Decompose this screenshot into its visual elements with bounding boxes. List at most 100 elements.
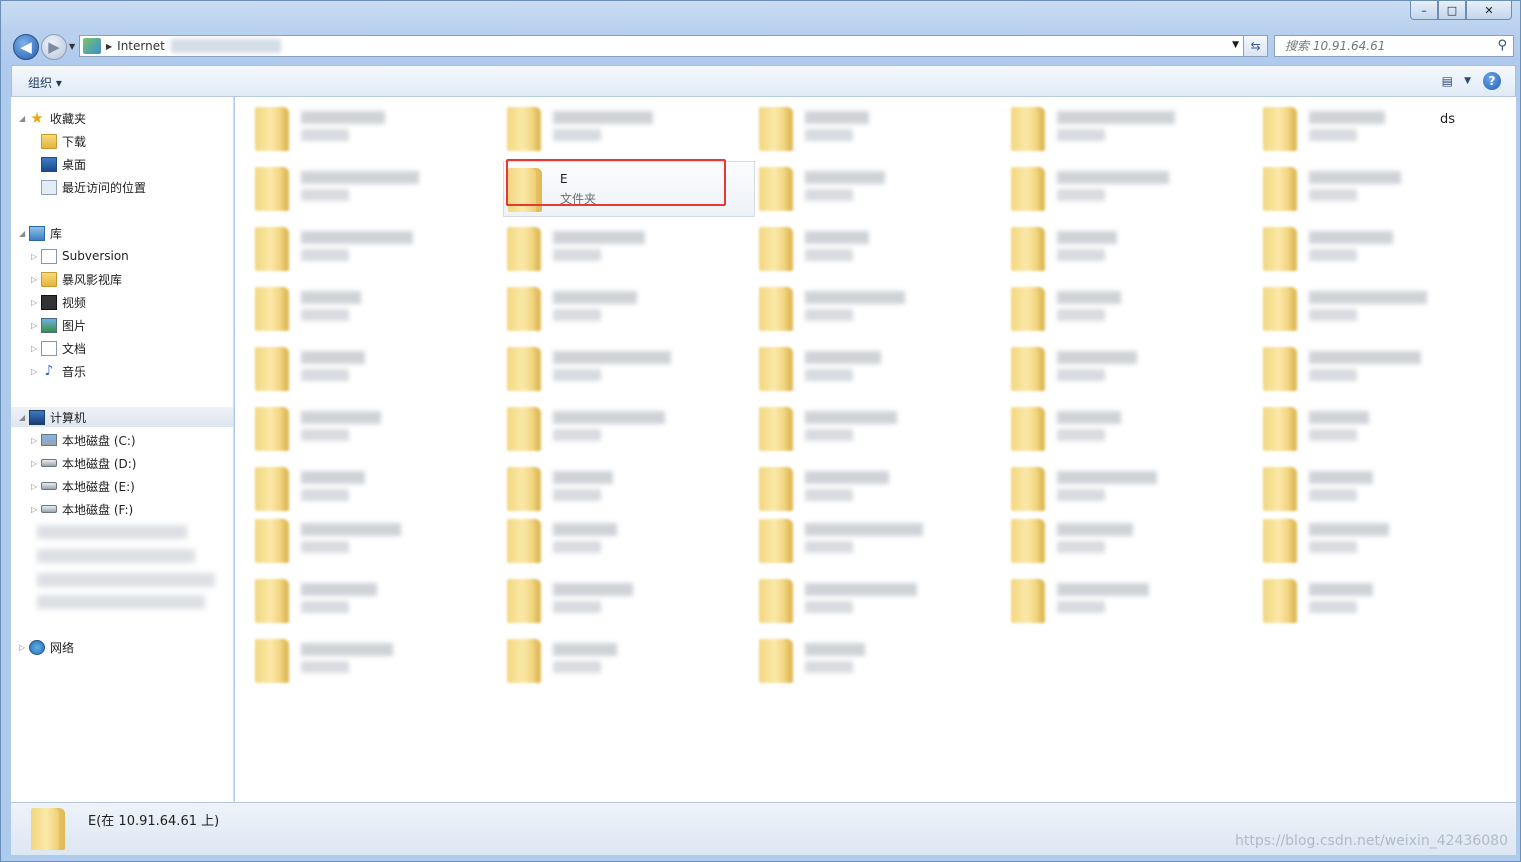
folder-item[interactable] [1007,221,1259,277]
address-bar[interactable]: ▶ Internet ▼ [79,35,1246,57]
folder-item[interactable] [503,633,755,689]
folder-item[interactable] [251,461,503,517]
navigation-pane: ◢ ★ 收藏夹 下载 桌面 最近访问的位置 ◢ 库 ▷ Subversion ▷… [11,97,234,802]
sidebar-item-subversion[interactable]: ▷ Subversion [31,246,129,266]
sidebar-item-documents[interactable]: ▷ 文档 [31,338,86,358]
folder-item[interactable] [1007,461,1259,517]
sidebar-item-drive-d[interactable]: ▷ 本地磁盘 (D:) [31,453,136,473]
expand-arrow-icon[interactable]: ▷ [31,252,41,261]
folder-item[interactable] [1259,461,1511,517]
folder-item[interactable] [755,513,1007,569]
folder-item[interactable] [251,101,503,157]
view-dropdown-icon[interactable]: ▼ [1464,76,1471,86]
folder-item[interactable] [755,633,1007,689]
sidebar-item-downloads[interactable]: 下载 [41,131,86,151]
folder-item[interactable] [503,401,755,457]
sidebar-item-drive-e[interactable]: ▷ 本地磁盘 (E:) [31,476,135,496]
folder-item[interactable] [1259,341,1511,397]
expand-arrow-icon[interactable]: ▷ [31,482,41,491]
desktop-icon [41,156,57,172]
search-box[interactable]: ⚲ [1274,35,1514,57]
folder-item[interactable] [251,633,503,689]
folder-item[interactable] [755,161,1007,217]
folder-item[interactable] [503,461,755,517]
sidebar-item-recent-places[interactable]: 最近访问的位置 [41,177,146,197]
folder-item[interactable] [1007,281,1259,337]
recent-pages-dropdown-icon[interactable]: ▼ [69,42,75,51]
sidebar-item-drive-c[interactable]: ▷ 本地磁盘 (C:) [31,430,136,450]
folder-item[interactable] [1007,513,1259,569]
folder-item[interactable] [1259,401,1511,457]
breadcrumb-arrow-icon[interactable]: ▶ [106,42,112,51]
folder-item[interactable] [1259,221,1511,277]
folder-item[interactable] [503,573,755,629]
expand-arrow-icon[interactable]: ▷ [31,321,41,330]
expand-arrow-icon[interactable]: ▷ [31,298,41,307]
back-button[interactable]: ◀ [13,34,39,60]
folder-item[interactable] [755,401,1007,457]
sidebar-network[interactable]: ▷ 网络 [19,637,74,657]
folder-item[interactable] [1259,281,1511,337]
folder-item[interactable] [251,513,503,569]
change-view-icon[interactable]: ▤ [1442,74,1453,88]
folder-item[interactable] [251,161,503,217]
collapse-arrow-icon[interactable]: ◢ [19,114,29,123]
search-icon[interactable]: ⚲ [1497,38,1507,53]
sidebar-item-pictures[interactable]: ▷ 图片 [31,315,86,335]
folder-item[interactable] [1259,101,1511,157]
sidebar-item-music[interactable]: ▷ ♪ 音乐 [31,361,86,381]
folder-item[interactable] [1259,573,1511,629]
sidebar-computer[interactable]: ◢ 计算机 [11,407,233,427]
expand-arrow-icon[interactable]: ▷ [31,275,41,284]
folder-icon [759,579,793,623]
folder-item[interactable] [755,281,1007,337]
close-button[interactable]: ✕ [1466,1,1512,20]
folder-item[interactable] [503,281,755,337]
expand-arrow-icon[interactable]: ▷ [31,436,41,445]
maximize-button[interactable]: □ [1438,1,1466,20]
folder-item[interactable] [503,513,755,569]
breadcrumb-internet[interactable]: Internet [117,39,165,53]
folder-item[interactable] [1007,341,1259,397]
sidebar-libraries[interactable]: ◢ 库 [19,223,62,243]
folder-item[interactable] [1259,513,1511,569]
sidebar-favorites[interactable]: ◢ ★ 收藏夹 [19,108,86,128]
expand-arrow-icon[interactable]: ▷ [31,505,41,514]
address-dropdown-icon[interactable]: ▼ [1232,40,1239,50]
folder-item[interactable] [251,281,503,337]
folder-item[interactable] [755,573,1007,629]
folder-item[interactable] [1007,401,1259,457]
folder-item[interactable] [1007,161,1259,217]
collapse-arrow-icon[interactable]: ◢ [19,413,29,422]
expand-arrow-icon[interactable]: ▷ [31,459,41,468]
expand-arrow-icon[interactable]: ▷ [19,643,29,652]
folder-item[interactable] [755,341,1007,397]
refresh-button[interactable]: ⇆ [1243,35,1268,57]
folder-item[interactable] [503,221,755,277]
forward-button[interactable]: ▶ [41,34,67,60]
folder-item[interactable] [1007,573,1259,629]
folder-item[interactable] [251,401,503,457]
minimize-button[interactable]: – [1410,1,1438,20]
folder-item[interactable] [251,221,503,277]
folder-item[interactable] [503,101,755,157]
help-icon[interactable]: ? [1483,72,1501,90]
folder-item[interactable] [755,461,1007,517]
expand-arrow-icon[interactable]: ▷ [31,344,41,353]
sidebar-item-desktop[interactable]: 桌面 [41,154,86,174]
sidebar-item-baofeng[interactable]: ▷ 暴风影视库 [31,269,122,289]
folder-item[interactable] [1259,161,1511,217]
search-input[interactable] [1283,38,1487,54]
folder-item[interactable] [755,221,1007,277]
folder-item[interactable] [503,341,755,397]
folder-item[interactable] [251,341,503,397]
folder-item[interactable] [251,573,503,629]
folder-item[interactable] [1007,101,1259,157]
sidebar-item-drive-f[interactable]: ▷ 本地磁盘 (F:) [31,499,133,519]
libraries-icon [29,225,45,241]
folder-item[interactable] [755,101,1007,157]
collapse-arrow-icon[interactable]: ◢ [19,229,29,238]
sidebar-item-videos[interactable]: ▷ 视频 [31,292,86,312]
organize-button[interactable]: 组织 ▾ [28,74,62,91]
expand-arrow-icon[interactable]: ▷ [31,367,41,376]
